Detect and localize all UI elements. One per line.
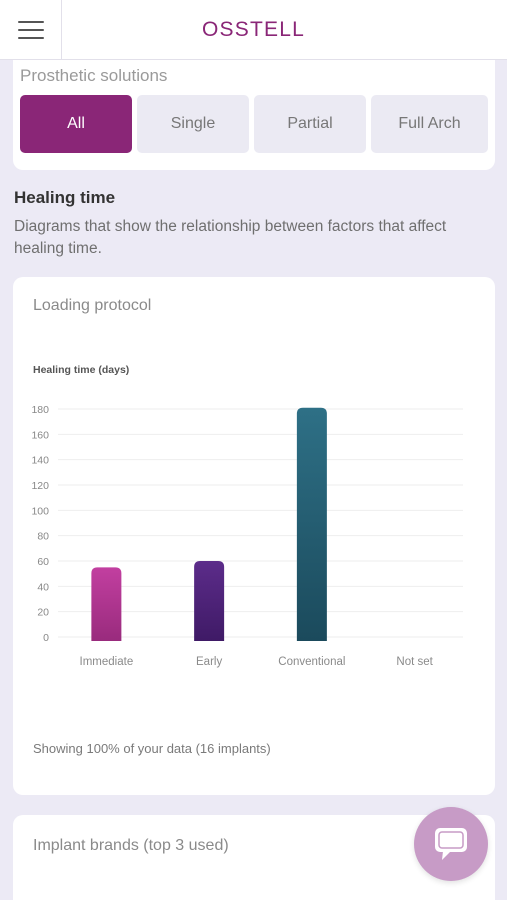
prosthetic-solutions-label: Prosthetic solutions [20,66,168,85]
menu-line [17,28,44,31]
x-category-label: Immediate [80,656,134,668]
y-tick-label: 20 [37,607,49,619]
y-tick-label: 60 [37,556,49,568]
filter-partial-button[interactable]: Partial [254,95,366,153]
menu-line [17,20,44,23]
prosthetic-solutions-card: Prosthetic solutions All Single Partial … [13,60,495,170]
bar-conventional[interactable] [296,407,327,641]
filter-full-arch-button[interactable]: Full Arch [371,95,488,153]
hamburger-menu-icon[interactable] [0,0,62,60]
y-tick-label: 140 [31,455,49,467]
implant-brands-title: Implant brands (top 3 used) [33,837,229,854]
chat-bubble-icon[interactable] [414,807,488,881]
healing-time-bar-chart: 0 20 40 60 80 100 120 140 160 180 Immediate Early Co… [31,404,463,668]
healing-time-heading: Healing time [14,188,116,207]
app-header: OSSTELL [0,0,507,60]
brand-logo-text: OSSTELL [202,18,305,41]
y-tick-label: 160 [31,429,49,441]
x-category-label: Early [196,656,222,668]
y-tick-label: 120 [31,480,49,492]
filter-single-button[interactable]: Single [137,95,249,153]
bar-early[interactable] [194,561,225,641]
healing-time-description: Diagrams that show the relationship betw… [14,218,447,257]
y-tick-label: 40 [37,581,49,593]
chat-bubble-glyph [435,828,467,860]
y-tick-label: 80 [37,531,49,543]
menu-line [17,36,44,39]
prosthetic-filter-group: All Single Partial Full Arch [20,95,488,153]
y-tick-label: 0 [43,632,49,644]
loading-protocol-card: Loading protocol Healing time (days) 0 20… [13,277,495,795]
filter-all-button[interactable]: All [20,95,132,153]
data-coverage-note: Showing 100% of your data (16 implants) [33,741,271,756]
y-tick-label: 100 [31,505,49,517]
y-tick-label: 180 [31,404,49,416]
x-category-label: Not set [396,656,433,668]
x-category-label: Conventional [278,656,345,668]
bar-immediate[interactable] [91,567,122,641]
